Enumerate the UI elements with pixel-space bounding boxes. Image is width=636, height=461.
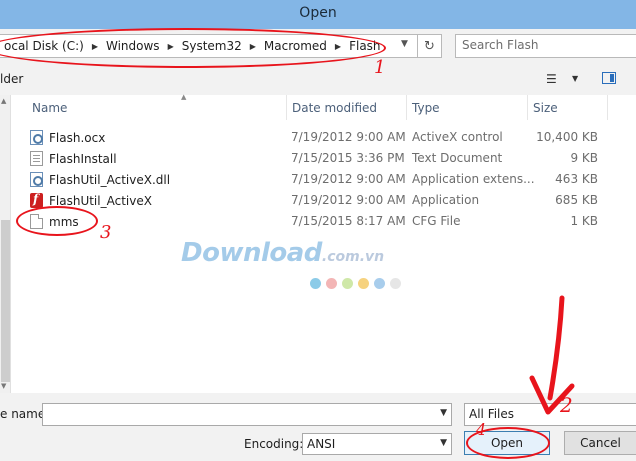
text-document-icon	[30, 151, 43, 166]
watermark-suffix: .com.vn	[321, 249, 385, 265]
column-header-size-label: Size	[533, 101, 558, 115]
file-list-pane: ▲ ▼ ▲ Name Date modified Type Size Flash…	[0, 93, 636, 393]
breadcrumb-separator-icon[interactable]: ▶	[92, 42, 98, 51]
column-header-size[interactable]: Size	[528, 95, 608, 120]
address-history-chevron-down-icon[interactable]: ▼	[401, 39, 408, 49]
file-type: ActiveX control	[412, 130, 503, 144]
address-bar[interactable]: ocal Disk (C:) ▶ Windows ▶ System32 ▶ Ma…	[0, 34, 418, 58]
file-row-flashinstall[interactable]: FlashInstall 7/15/2015 3:36 PM Text Docu…	[30, 148, 636, 169]
address-row: ocal Disk (C:) ▶ Windows ▶ System32 ▶ Ma…	[0, 29, 636, 63]
scrollbar-thumb[interactable]	[1, 220, 10, 382]
file-name-chevron-down-icon[interactable]: ▼	[440, 408, 447, 418]
encoding-chevron-down-icon[interactable]: ▼	[440, 438, 447, 448]
file-date: 7/19/2012 9:00 AM	[291, 130, 406, 144]
file-name-input[interactable]: ▼	[42, 403, 452, 426]
file-name: FlashUtil_ActiveX	[49, 193, 152, 208]
file-type-filter-select[interactable]: All Files	[464, 403, 636, 426]
column-header-type-label: Type	[412, 101, 440, 115]
cancel-button[interactable]: Cancel	[564, 431, 636, 455]
breadcrumb-separator-icon[interactable]: ▶	[168, 42, 174, 51]
file-size: 1 KB	[570, 214, 598, 228]
watermark-dot	[326, 278, 337, 289]
breadcrumb-item-flash[interactable]: Flash	[349, 39, 380, 53]
dialog-footer: e name: ▼ All Files Encoding: ANSI ▼ Ope…	[0, 393, 636, 461]
toolbar: lder ☰ ▼	[0, 63, 636, 95]
file-size: 463 KB	[555, 172, 598, 186]
breadcrumb-separator-icon[interactable]: ▶	[250, 42, 256, 51]
file-date: 7/19/2012 9:00 AM	[291, 172, 406, 186]
file-type: Application	[412, 193, 480, 207]
file-date: 7/15/2015 3:36 PM	[291, 151, 405, 165]
scroll-up-icon[interactable]: ▲	[1, 97, 6, 105]
file-name: Flash.ocx	[49, 130, 106, 145]
encoding-value: ANSI	[307, 437, 336, 451]
encoding-label: Encoding:	[244, 437, 304, 451]
watermark-dot	[358, 278, 369, 289]
file-row-flashutil-activex[interactable]: FlashUtil_ActiveX 7/19/2012 9:00 AM Appl…	[30, 190, 636, 211]
file-type: Text Document	[412, 151, 503, 165]
flash-application-icon	[30, 192, 43, 208]
watermark-dot	[342, 278, 353, 289]
scroll-down-icon[interactable]: ▼	[1, 382, 6, 390]
watermark-brand: Download	[181, 238, 322, 268]
file-name: mms	[49, 214, 79, 229]
navigation-pane-scrollbar[interactable]: ▲ ▼	[0, 95, 11, 393]
file-size: 685 KB	[555, 193, 598, 207]
file-type-filter-value: All Files	[469, 407, 515, 421]
refresh-button[interactable]: ↻	[418, 34, 442, 58]
file-type: Application extens...	[412, 172, 535, 186]
file-row-flash-ocx[interactable]: Flash.ocx 7/19/2012 9:00 AM ActiveX cont…	[30, 127, 636, 148]
file-name: FlashUtil_ActiveX.dll	[49, 172, 171, 187]
file-type: CFG File	[412, 214, 461, 228]
encoding-select[interactable]: ANSI ▼	[302, 433, 452, 455]
breadcrumb-item-macromed[interactable]: Macromed	[264, 39, 327, 53]
breadcrumb-item-local-disk[interactable]: ocal Disk (C:)	[4, 39, 84, 53]
search-box[interactable]	[455, 34, 636, 58]
watermark-dot	[390, 278, 401, 289]
column-header-name-label: Name	[32, 101, 68, 115]
watermark-dot	[310, 278, 321, 289]
breadcrumb-separator-icon[interactable]: ▶	[335, 42, 341, 51]
view-options-icon[interactable]: ☰	[546, 72, 557, 86]
title-bar: Open	[0, 0, 636, 29]
breadcrumb-item-windows[interactable]: Windows	[106, 39, 160, 53]
watermark-logo: Download.com.vn	[181, 238, 384, 268]
watermark-dots	[310, 278, 401, 289]
sort-ascending-icon: ▲	[181, 93, 187, 101]
watermark-dot	[374, 278, 385, 289]
view-options-chevron-down-icon[interactable]: ▼	[572, 74, 578, 83]
refresh-icon: ↻	[424, 38, 435, 54]
search-input[interactable]	[462, 38, 630, 52]
breadcrumb: ocal Disk (C:) ▶ Windows ▶ System32 ▶ Ma…	[4, 39, 381, 53]
file-date: 7/19/2012 9:00 AM	[291, 193, 406, 207]
column-header-name[interactable]: ▲ Name	[30, 93, 287, 120]
dll-file-icon	[30, 172, 43, 187]
file-row-mms[interactable]: mms 7/15/2015 8:17 AM CFG File 1 KB	[30, 211, 636, 232]
column-header-type[interactable]: Type	[407, 95, 528, 120]
file-size: 9 KB	[570, 151, 598, 165]
column-header-date-label: Date modified	[292, 101, 378, 115]
breadcrumb-item-system32[interactable]: System32	[182, 39, 242, 53]
cfg-file-icon	[30, 214, 43, 229]
file-name: FlashInstall	[49, 151, 117, 166]
open-button[interactable]: Open	[464, 431, 550, 455]
new-folder-button[interactable]: lder	[0, 72, 23, 86]
window-title: Open	[299, 5, 337, 21]
file-size: 10,400 KB	[536, 130, 598, 144]
file-date: 7/15/2015 8:17 AM	[291, 214, 406, 228]
activex-file-icon	[30, 130, 43, 145]
column-header-date-modified[interactable]: Date modified	[287, 95, 407, 120]
file-row-flashutil-activex-dll[interactable]: FlashUtil_ActiveX.dll 7/19/2012 9:00 AM …	[30, 169, 636, 190]
preview-pane-icon[interactable]	[602, 72, 616, 84]
